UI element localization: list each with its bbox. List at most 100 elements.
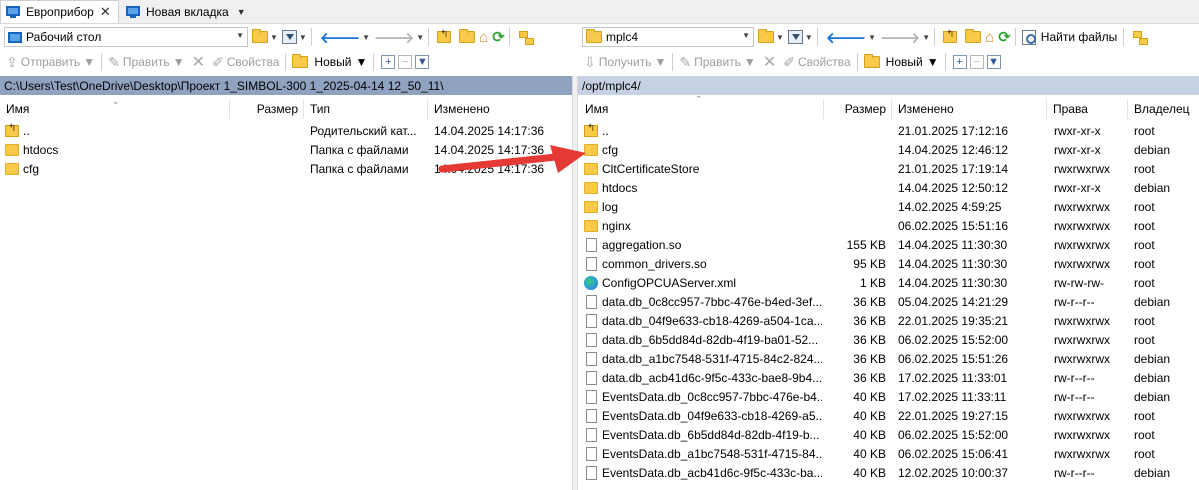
- chevron-down-icon[interactable]: ▼: [237, 7, 246, 17]
- root-dir-button[interactable]: [965, 27, 982, 47]
- right-path-bar[interactable]: /opt/mplc4/: [578, 76, 1199, 95]
- parent-dir-button[interactable]: [437, 27, 455, 47]
- file-row[interactable]: EventsData.db_acb41d6c-9f5c-433c-ba... 40…: [578, 463, 1199, 482]
- cell-size: 40 KB: [824, 387, 886, 406]
- tree-button[interactable]: [1132, 27, 1149, 47]
- cell-rights: rw-r--r--: [1054, 292, 1126, 311]
- cell-name: htdocs: [584, 178, 822, 197]
- file-row[interactable]: data.db_acb41d6c-9f5c-433c-bae8-9b4... 36…: [578, 368, 1199, 387]
- file-row[interactable]: .. Родительский кат... 14.04.2025 14:17:36: [0, 121, 572, 140]
- back-button[interactable]: 🡐 ▼: [320, 27, 370, 47]
- delete-button[interactable]: ✕: [758, 52, 781, 72]
- home-button[interactable]: ⌂: [479, 27, 488, 47]
- right-drive-select[interactable]: mplc4 ▼: [582, 27, 754, 47]
- cell-rights: rwxr-xr-x: [1054, 121, 1126, 140]
- col-header-owner[interactable]: Владелец: [1134, 99, 1198, 119]
- col-header-modified[interactable]: Изменено: [434, 99, 564, 119]
- home-button[interactable]: ⌂: [985, 27, 994, 47]
- filter-button[interactable]: ▼: [281, 27, 307, 47]
- home-icon: ⌂: [479, 28, 489, 46]
- refresh-button[interactable]: ⟳: [492, 27, 505, 47]
- file-row[interactable]: EventsData.db_0c8cc957-7bbc-476e-b4... 40…: [578, 387, 1199, 406]
- back-button[interactable]: 🡐 ▼: [826, 27, 876, 47]
- cell-text: rwxrwxrwx: [1054, 408, 1110, 423]
- cell-text: data.db_6b5dd84d-82db-4f19-ba01-52...: [602, 332, 819, 347]
- select-all-button[interactable]: +: [952, 55, 967, 69]
- forward-button[interactable]: 🡒 ▼: [374, 27, 424, 47]
- cell-text: root: [1134, 123, 1155, 138]
- file-row[interactable]: data.db_0c8cc957-7bbc-476e-b4ed-3ef... 36…: [578, 292, 1199, 311]
- cell-owner: root: [1134, 311, 1198, 330]
- col-header-modified[interactable]: Изменено: [898, 99, 1038, 119]
- select-all-button[interactable]: +: [381, 55, 396, 69]
- file-row[interactable]: data.db_6b5dd84d-82db-4f19-ba01-52... 36 …: [578, 330, 1199, 349]
- parent-dir-button[interactable]: [943, 27, 961, 47]
- deselect-button[interactable]: −: [969, 55, 984, 69]
- left-drive-select[interactable]: Рабочий стол ▼: [4, 27, 248, 47]
- col-header-size[interactable]: Размер: [824, 99, 886, 119]
- filter-select-button[interactable]: ▼: [986, 55, 1001, 69]
- cell-text: debian: [1134, 351, 1171, 366]
- file-row[interactable]: log 14.02.2025 4:59:25 rwxrwxrwx root: [578, 197, 1199, 216]
- new-button[interactable]: Новый ▼: [862, 52, 941, 72]
- tree-button[interactable]: [518, 27, 534, 47]
- receive-button[interactable]: ⇩ Получить ▼: [582, 52, 668, 72]
- cell-text: 22.01.2025 19:27:15: [898, 408, 1009, 423]
- edit-button[interactable]: ✎ Править ▼: [677, 52, 757, 72]
- file-row[interactable]: data.db_a1bc7548-531f-4715-84c2-824... 36…: [578, 349, 1199, 368]
- forward-button[interactable]: 🡒 ▼: [880, 27, 930, 47]
- new-label: Новый: [314, 55, 352, 69]
- receive-label: Получить: [598, 55, 652, 69]
- right-path-text: /opt/mplc4/: [582, 78, 641, 93]
- file-row[interactable]: aggregation.so 155 KB 14.04.2025 11:30:30 r…: [578, 235, 1199, 254]
- file-row[interactable]: EventsData.db_a1bc7548-531f-4715-84... 40…: [578, 444, 1199, 463]
- properties-button[interactable]: ✐ Свойства: [210, 52, 281, 72]
- tab-new[interactable]: Новая вкладка ▼: [121, 0, 253, 23]
- col-header-name[interactable]: Имя: [585, 99, 825, 119]
- cell-text: rwxrwxrwx: [1054, 351, 1110, 366]
- col-header-type[interactable]: Тип: [310, 99, 425, 119]
- tab-evropribor[interactable]: Европрибор ✕: [0, 0, 119, 23]
- file-row[interactable]: cfg 14.04.2025 12:46:12 rwxr-xr-x debian: [578, 140, 1199, 159]
- file-row[interactable]: ConfigOPCUAServer.xml 1 KB 14.04.2025 11:3…: [578, 273, 1199, 292]
- file-row[interactable]: data.db_04f9e633-cb18-4269-a504-1ca... 36…: [578, 311, 1199, 330]
- new-button[interactable]: Новый ▼: [290, 52, 369, 72]
- cell-size: [824, 159, 886, 178]
- file-row[interactable]: .. 21.01.2025 17:12:16 rwxr-xr-x root: [578, 121, 1199, 140]
- red-arrow-annotation: [438, 145, 586, 173]
- left-nav-toolbar: Рабочий стол ▼ ▼ ▼ 🡐▼ 🡒▼ ⌂ ⟳: [4, 25, 570, 49]
- left-path-bar[interactable]: C:\Users\Test\OneDrive\Desktop\Проект 1_…: [0, 76, 572, 95]
- right-file-list[interactable]: Имя ⌃ Размер Изменено Права Владелец .. 2…: [578, 96, 1199, 490]
- delete-button[interactable]: ✕: [187, 52, 210, 72]
- cell-text: Родительский кат...: [310, 123, 417, 138]
- open-folder-button[interactable]: ▼: [252, 27, 278, 47]
- file-row[interactable]: EventsData.db_6b5dd84d-82db-4f19-b... 40 …: [578, 425, 1199, 444]
- close-icon[interactable]: ✕: [100, 4, 111, 20]
- filter-button[interactable]: ▼: [787, 27, 813, 47]
- cell-text: 05.04.2025 14:21:29: [898, 294, 1009, 309]
- file-row[interactable]: CltCertificateStore 21.01.2025 17:19:14 rw…: [578, 159, 1199, 178]
- edit-button[interactable]: ✎ Править ▼: [106, 52, 186, 72]
- file-row[interactable]: common_drivers.so 95 KB 14.04.2025 11:30:3…: [578, 254, 1199, 273]
- file-row[interactable]: htdocs 14.04.2025 12:50:12 rwxr-xr-x debian: [578, 178, 1199, 197]
- cell-name: CltCertificateStore: [584, 159, 822, 178]
- cell-name: aggregation.so: [584, 235, 822, 254]
- cell-name: ..: [5, 121, 227, 140]
- filter-select-button[interactable]: ▼: [415, 55, 430, 69]
- cell-modified: 22.01.2025 19:27:15: [898, 406, 1044, 425]
- find-files-button[interactable]: Найти файлы: [1020, 27, 1119, 47]
- properties-button[interactable]: ✐ Свойства: [781, 52, 852, 72]
- root-dir-button[interactable]: [459, 27, 476, 47]
- divider: [1123, 28, 1125, 46]
- right-nav-toolbar: mplc4 ▼ ▼ ▼ 🡐▼ 🡒▼ ⌂ ⟳ Найти файлы: [582, 25, 1198, 49]
- file-row[interactable]: nginx 06.02.2025 15:51:16 rwxrwxrwx root: [578, 216, 1199, 235]
- deselect-button[interactable]: −: [398, 55, 413, 69]
- file-row[interactable]: EventsData.db_04f9e633-cb18-4269-a5... 40…: [578, 406, 1199, 425]
- divider: [428, 28, 430, 46]
- refresh-button[interactable]: ⟳: [998, 27, 1011, 47]
- send-button[interactable]: ⇪ Отправить ▼: [4, 52, 97, 72]
- new-folder-icon: [292, 54, 309, 68]
- col-header-rights[interactable]: Права: [1053, 99, 1128, 119]
- col-header-size[interactable]: Размер: [230, 99, 298, 119]
- open-folder-button[interactable]: ▼: [758, 27, 784, 47]
